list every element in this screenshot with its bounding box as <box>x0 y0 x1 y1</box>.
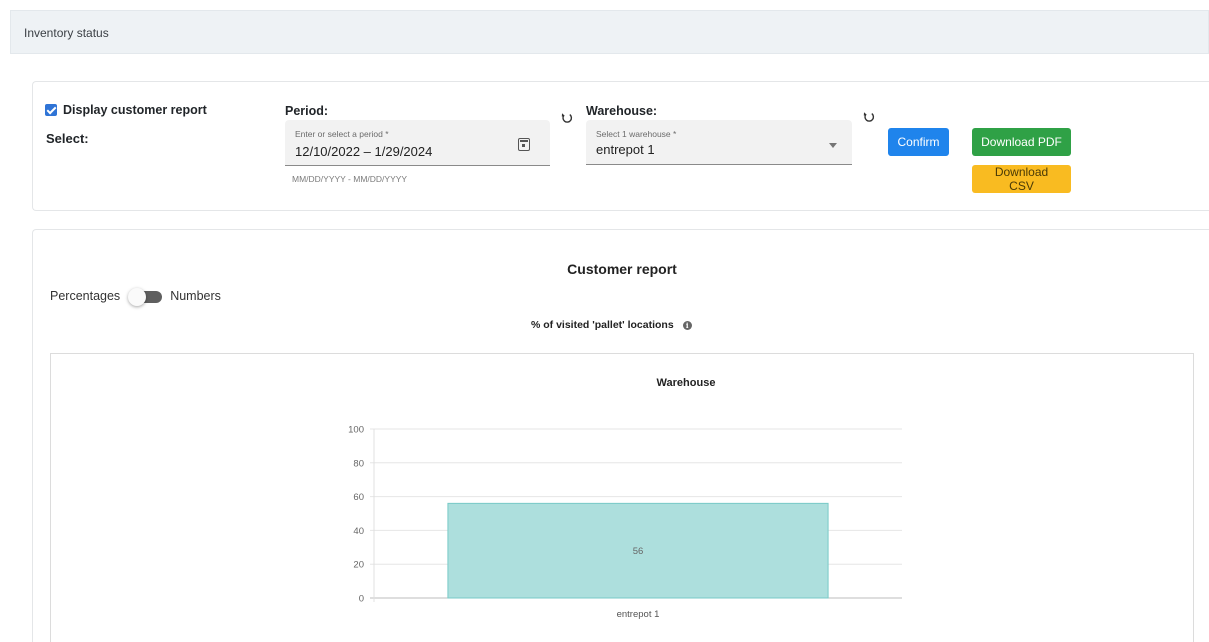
bar-chart: Warehouse 0 20 40 60 80 100 56 entrepot 1 <box>348 377 902 620</box>
chart-title: Warehouse <box>657 377 716 389</box>
report-title: Customer report <box>567 261 677 277</box>
y-tick-label: 0 <box>359 594 364 605</box>
warehouse-value: entrepot 1 <box>596 142 655 157</box>
y-tick-label: 20 <box>353 560 364 571</box>
chart-subtitle: % of visited 'pallet' locations i <box>531 319 692 331</box>
period-hint: MM/DD/YYYY - MM/DD/YYYY <box>292 174 408 184</box>
toggle-row: Percentages Numbers <box>50 288 221 306</box>
warehouse-select[interactable]: Select 1 warehouse * entrepot 1 <box>586 120 852 165</box>
percentages-numbers-toggle[interactable] <box>128 288 163 306</box>
display-customer-report-checkbox[interactable] <box>45 104 57 116</box>
period-label: Period: <box>285 104 329 118</box>
display-customer-report-checkbox-row[interactable]: Display customer report <box>45 103 207 117</box>
info-icon[interactable]: i <box>682 320 692 330</box>
download-pdf-button[interactable]: Download PDF <box>972 128 1071 156</box>
toggle-left-label: Percentages <box>50 289 121 303</box>
calendar-icon[interactable] <box>518 138 530 151</box>
toggle-right-label: Numbers <box>170 289 221 303</box>
period-field-label: Enter or select a period * <box>295 129 389 139</box>
y-tick-label: 60 <box>353 492 364 503</box>
x-tick-label: entrepot 1 <box>617 609 660 620</box>
chevron-down-icon[interactable] <box>829 143 837 148</box>
refresh-icon[interactable] <box>863 111 875 123</box>
page-title: Inventory status <box>24 26 109 40</box>
confirm-button[interactable]: Confirm <box>888 128 949 156</box>
header-bar: Inventory status <box>10 10 1209 54</box>
warehouse-label: Warehouse: <box>586 104 658 118</box>
y-tick-label: 100 <box>348 425 364 436</box>
y-tick-label: 80 <box>353 458 364 469</box>
y-tick-label: 40 <box>353 526 364 537</box>
select-label: Select: <box>46 131 89 146</box>
period-field[interactable]: Enter or select a period * 12/10/2022 – … <box>285 120 550 166</box>
display-customer-report-label: Display customer report <box>63 103 207 117</box>
refresh-icon[interactable] <box>561 112 573 124</box>
download-csv-button[interactable]: Download CSV <box>972 165 1071 193</box>
chart-container: Warehouse 0 20 40 60 80 100 56 entrepot 1 <box>50 353 1194 642</box>
warehouse-field-label: Select 1 warehouse * <box>596 129 677 139</box>
period-input[interactable]: 12/10/2022 – 1/29/2024 <box>295 144 432 159</box>
bar-data-label: 56 <box>633 546 644 557</box>
chart-subtitle-text: % of visited 'pallet' locations <box>531 319 674 331</box>
